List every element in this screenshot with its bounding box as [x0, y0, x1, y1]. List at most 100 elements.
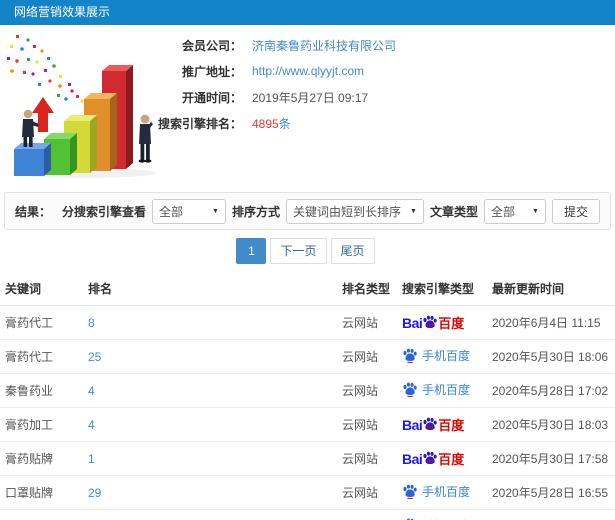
update-time-cell: 2020年5月30日 18:06 [487, 339, 615, 374]
rank-link[interactable]: 4 [88, 418, 95, 432]
rank-cell: 8 [83, 305, 337, 340]
rank-count-number: 4895 [252, 116, 279, 131]
open-time-value: 2019年5月27日 09:17 [252, 90, 369, 105]
rank-count-suffix: 条 [278, 116, 291, 131]
baidu-paw-icon: du [423, 315, 437, 329]
filter-controls: 分搜索引擎查看 全部 ▼ 排序方式 关键词由短到长排序 ▼ 文章类型 全部 ▼ … [62, 198, 600, 224]
update-time-cell: 2020年5月28日 16:55 [487, 475, 615, 510]
table-row: 金华防护服17,25云网站手机百度2020年6月20日 09:25 [0, 509, 615, 520]
engine-rank-label: 搜索引擎排名： [157, 116, 242, 131]
page-button-current[interactable]: 1 [236, 238, 267, 264]
rank-link[interactable]: 25 [88, 350, 101, 364]
rank-type-cell: 云网站 [337, 509, 397, 520]
bar-blue [14, 143, 51, 176]
engine-cell: 手机百度 [397, 475, 487, 510]
svg-text:du: du [427, 323, 433, 329]
header-rank-type: 排名类型 [337, 272, 397, 306]
rank-link[interactable]: 4 [88, 384, 95, 398]
table-row: 膏药加工 4 云网站 Bai du 百度 2020年5月30日 18:03 [0, 407, 615, 442]
update-time-cell: 2020年5月28日 17:02 [487, 373, 615, 408]
table-row: 膏药代工 25 云网站 手机百度 2020年5月30日 18:06 [0, 339, 615, 374]
engine-cell: Bai du 百度 [397, 305, 487, 340]
promo-url-row: 推广地址： http://www.qlyyjt.com [150, 63, 609, 79]
rank-table: 关键词 排名 排名类型 搜索引擎类型 最新更新时间 膏药代工 8 云网站 Bai du 百… [0, 272, 615, 520]
update-time-cell: 2020年5月30日 18:03 [487, 407, 615, 442]
keyword-cell: 膏药代工 [0, 305, 83, 340]
member-company-link[interactable]: 济南秦鲁药业科技有限公司 [252, 37, 396, 54]
rank-type-cell: 云网站 [337, 475, 397, 510]
rank-type-cell: 云网站 [337, 407, 397, 442]
promo-url-link[interactable]: http://www.qlyyjt.com [252, 64, 364, 78]
businessman-left [22, 109, 39, 147]
rank-cell: 4 [83, 373, 337, 408]
sort-order-select[interactable]: 关键词由短到长排序 ▼ [285, 198, 424, 224]
rank-cell: 1 [83, 441, 337, 476]
open-time-label: 开通时间： [181, 90, 242, 105]
up-arrow [32, 97, 54, 132]
page-button-last[interactable]: 尾页 [330, 238, 375, 264]
svg-text:du: du [427, 425, 433, 431]
member-info: 会员公司： 济南秦鲁药业科技有限公司 推广地址： http://www.qlyy… [150, 37, 609, 141]
svg-text:du: du [427, 459, 433, 465]
mobile-baidu-logo: 手机百度 [402, 347, 470, 364]
article-type-label: 文章类型 [429, 204, 478, 219]
sort-order-value: 关键词由短到长排序 [292, 204, 401, 219]
engine-cell: 手机百度 [397, 509, 487, 520]
mobile-baidu-logo: 手机百度 [402, 381, 470, 398]
baidu-paw-icon: du [423, 417, 437, 431]
title-bar: 网络营销效果展示 [0, 0, 615, 25]
info-panel: 会员公司： 济南秦鲁药业科技有限公司 推广地址： http://www.qlyy… [0, 25, 615, 192]
article-type-value: 全部 [490, 204, 515, 219]
engine-filter-select[interactable]: 全部 ▼ [151, 198, 226, 224]
rank-cell: 4 [83, 407, 337, 442]
table-row: 膏药贴牌 1 云网站 Bai du 百度 2020年5月30日 17:58 [0, 441, 615, 476]
page-button-next[interactable]: 下一页 [270, 238, 327, 264]
baidu-paw-icon: du [423, 451, 437, 465]
header-keyword: 关键词 [0, 272, 83, 306]
submit-button[interactable]: 提交 [551, 198, 600, 224]
article-type-select[interactable]: 全部 ▼ [483, 198, 546, 224]
table-header-row: 关键词 排名 排名类型 搜索引擎类型 最新更新时间 [0, 272, 615, 306]
baidu-paw-icon [403, 484, 417, 499]
confetti-dots [7, 35, 84, 103]
header-engine-type: 搜索引擎类型 [397, 272, 487, 306]
rank-link[interactable]: 1 [88, 452, 95, 466]
sort-order-label: 排序方式 [231, 204, 280, 219]
mobile-baidu-logo: 手机百度 [402, 483, 470, 500]
header-rank: 排名 [83, 272, 337, 306]
page-title: 网络营销效果展示 [14, 5, 111, 19]
results-toolbar: 结果： 分搜索引擎查看 全部 ▼ 排序方式 关键词由短到长排序 ▼ 文章类型 全… [4, 192, 611, 230]
engine-filter-value: 全部 [158, 204, 183, 219]
rank-cell: 29 [83, 475, 337, 510]
promo-url-label: 推广地址： [181, 64, 242, 79]
rank-type-cell: 云网站 [337, 305, 397, 340]
rank-type-cell: 云网站 [337, 339, 397, 374]
engine-cell: Bai du 百度 [397, 407, 487, 442]
table-row: 口罩贴牌 29 云网站 手机百度 2020年5月28日 16:55 [0, 475, 615, 510]
update-time-cell: 2020年6月4日 11:15 [487, 305, 615, 340]
update-time-cell: 2020年5月30日 17:58 [487, 441, 615, 476]
baidu-logo: Bai du 百度 [402, 450, 465, 468]
chevron-down-icon: ▼ [410, 207, 417, 215]
update-time-cell: 2020年6月20日 09:25 [487, 509, 615, 520]
keyword-cell: 膏药加工 [0, 407, 83, 442]
pagination: 1 下一页 尾页 [0, 230, 615, 272]
rank-table-body: 膏药代工 8 云网站 Bai du 百度 2020年6月4日 11:15 膏药代工 25 云网站手… [0, 305, 615, 520]
chevron-down-icon: ▼ [532, 207, 539, 215]
chevron-down-icon: ▼ [212, 207, 219, 215]
keyword-cell: 金华防护服 [0, 509, 83, 520]
rank-cell: 25 [83, 339, 337, 374]
header-update-time: 最新更新时间 [487, 272, 615, 306]
rank-type-cell: 云网站 [337, 441, 397, 476]
baidu-logo: Bai du 百度 [402, 416, 465, 434]
engine-rank-count: 4895条 [252, 115, 291, 132]
rank-link[interactable]: 29 [88, 486, 101, 500]
keyword-cell: 秦鲁药业 [0, 373, 83, 408]
keyword-cell: 口罩贴牌 [0, 475, 83, 510]
open-time-row: 开通时间： 2019年5月27日 09:17 [150, 89, 609, 105]
keyword-cell: 膏药代工 [0, 339, 83, 374]
rank-link[interactable]: 8 [88, 316, 95, 330]
engine-rank-row: 搜索引擎排名： 4895条 [150, 115, 609, 131]
member-company-label: 会员公司： [181, 38, 242, 53]
engine-cell: 手机百度 [397, 373, 487, 408]
